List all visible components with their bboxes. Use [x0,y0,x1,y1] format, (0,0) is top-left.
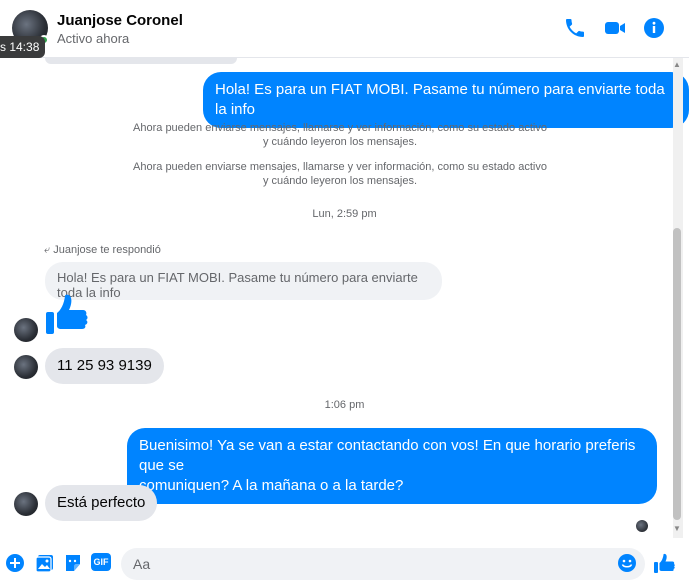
contact-avatar-small[interactable] [14,492,38,516]
system-message-line: y cuándo leyeron los mensajes. [262,175,418,187]
message-line: comuniquen? A la mañana o a la tarde? [139,477,404,494]
sticker-icon[interactable] [63,553,83,573]
contact-name[interactable]: Juanjose Coronel [57,12,183,29]
emoji-icon[interactable] [617,553,637,573]
seen-indicator-avatar [636,520,648,532]
hover-time-tooltip: s 14:38 [0,36,46,58]
reply-note: ⤶ Juanjose te respondió [44,244,161,257]
reply-note-text: Juanjose te respondió [53,244,161,256]
scroll-down-arrow-icon[interactable]: ▼ [673,524,681,533]
like-thumb-icon[interactable] [44,292,89,337]
contact-avatar-small[interactable] [14,318,38,342]
system-message-line: Ahora pueden enviarse mensajes, llamarse… [133,122,547,134]
contact-avatar-small[interactable] [14,355,38,379]
reply-arrow-icon: ⤶ [44,244,51,256]
like-button-icon[interactable] [653,553,675,575]
system-message: Ahora pueden enviarse mensajes, llamarse… [100,121,580,149]
chat-header: Juanjose Coronel Activo ahora [0,0,689,58]
outgoing-message[interactable]: Hola! Es para un FIAT MOBI. Pasame tu nú… [203,72,689,128]
previous-message-bubble [45,58,237,64]
video-icon[interactable] [603,16,627,40]
message-input[interactable] [121,548,645,580]
phone-icon[interactable] [563,16,587,40]
image-gallery-icon[interactable] [35,553,55,573]
plus-circle-icon[interactable] [5,553,25,573]
quoted-reply-bubble[interactable]: Hola! Es para un FIAT MOBI. Pasame tu nú… [45,262,442,300]
incoming-message[interactable]: Está perfecto [45,485,158,521]
gif-button[interactable]: GIF [91,553,111,571]
system-message-line: y cuándo leyeron los mensajes. [262,136,418,148]
system-message-line: Ahora pueden enviarse mensajes, llamarse… [133,161,547,173]
scrollbar-thumb[interactable] [673,228,681,520]
outgoing-message[interactable]: Buenisimo! Ya se van a estar contactando… [127,428,657,504]
incoming-message[interactable]: 11 25 93 9139 [45,348,164,384]
timestamp: Lun, 2:59 pm [312,208,377,220]
composer-bar: GIF [0,545,689,585]
info-icon[interactable] [642,16,666,40]
message-line: Buenisimo! Ya se van a estar contactando… [139,437,636,474]
scroll-up-arrow-icon[interactable]: ▲ [673,60,681,69]
contact-status: Activo ahora [57,31,130,46]
timestamp: 1:06 pm [324,399,365,411]
system-message: Ahora pueden enviarse mensajes, llamarse… [100,160,580,188]
